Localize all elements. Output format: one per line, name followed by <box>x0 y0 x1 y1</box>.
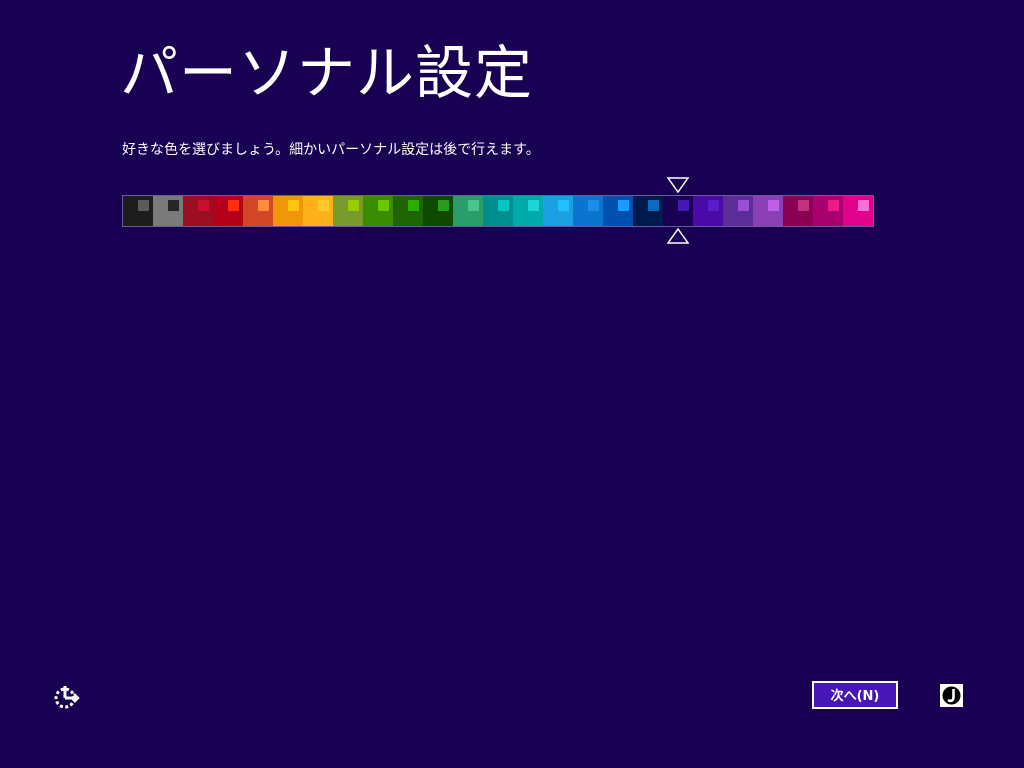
color-swatch-accent <box>138 200 149 211</box>
color-swatch[interactable] <box>663 196 693 226</box>
color-swatch[interactable] <box>513 196 543 226</box>
color-swatch-accent <box>798 200 809 211</box>
color-swatch[interactable] <box>693 196 723 226</box>
color-swatch[interactable] <box>573 196 603 226</box>
color-swatch-accent <box>408 200 419 211</box>
color-swatch-accent <box>288 200 299 211</box>
color-swatch[interactable] <box>213 196 243 226</box>
color-swatch-accent <box>228 200 239 211</box>
color-swatch[interactable] <box>243 196 273 226</box>
triangle-up-icon <box>667 228 689 244</box>
personalize-page: パーソナル設定 好きな色を選びましょう。細かいパーソナル設定は後で行えます。 次… <box>0 0 1024 768</box>
color-swatch[interactable] <box>633 196 663 226</box>
next-button[interactable]: 次へ(N) <box>812 681 898 709</box>
color-swatch-accent <box>708 200 719 211</box>
color-swatch-accent <box>378 200 389 211</box>
color-swatch[interactable] <box>483 196 513 226</box>
color-swatch-accent <box>318 200 329 211</box>
color-swatch-accent <box>738 200 749 211</box>
color-swatch[interactable] <box>123 196 153 226</box>
color-swatch-accent <box>438 200 449 211</box>
color-swatch-accent <box>348 200 359 211</box>
color-swatch[interactable] <box>273 196 303 226</box>
color-swatch-accent <box>498 200 509 211</box>
color-swatch-accent <box>828 200 839 211</box>
page-title: パーソナル設定 <box>120 39 534 107</box>
ease-of-access-icon[interactable] <box>52 683 80 711</box>
triangle-down-icon <box>667 177 689 193</box>
page-subtitle: 好きな色を選びましょう。細かいパーソナル設定は後で行えます。 <box>122 142 540 158</box>
color-swatch-accent <box>558 200 569 211</box>
color-swatch[interactable] <box>783 196 813 226</box>
color-swatch-accent <box>198 200 209 211</box>
color-swatch[interactable] <box>363 196 393 226</box>
color-swatch-accent <box>678 200 689 211</box>
color-swatch-accent <box>858 200 869 211</box>
color-swatch[interactable] <box>753 196 783 226</box>
color-swatch[interactable] <box>603 196 633 226</box>
color-swatch-accent <box>258 200 269 211</box>
ime-mode-icon[interactable] <box>940 684 963 707</box>
color-swatch[interactable] <box>843 196 873 226</box>
color-swatch-accent <box>528 200 539 211</box>
color-swatch[interactable] <box>303 196 333 226</box>
color-swatch[interactable] <box>333 196 363 226</box>
color-swatch-accent <box>168 200 179 211</box>
color-swatch-accent <box>768 200 779 211</box>
color-swatch-accent <box>618 200 629 211</box>
color-swatch[interactable] <box>393 196 423 226</box>
color-swatch-accent <box>468 200 479 211</box>
color-swatch[interactable] <box>153 196 183 226</box>
color-swatch[interactable] <box>423 196 453 226</box>
color-swatch-strip <box>122 195 874 227</box>
color-swatch-accent <box>588 200 599 211</box>
color-swatch[interactable] <box>183 196 213 226</box>
color-swatch[interactable] <box>453 196 483 226</box>
color-swatch[interactable] <box>543 196 573 226</box>
color-swatch[interactable] <box>723 196 753 226</box>
color-swatch[interactable] <box>813 196 843 226</box>
color-swatch-accent <box>648 200 659 211</box>
